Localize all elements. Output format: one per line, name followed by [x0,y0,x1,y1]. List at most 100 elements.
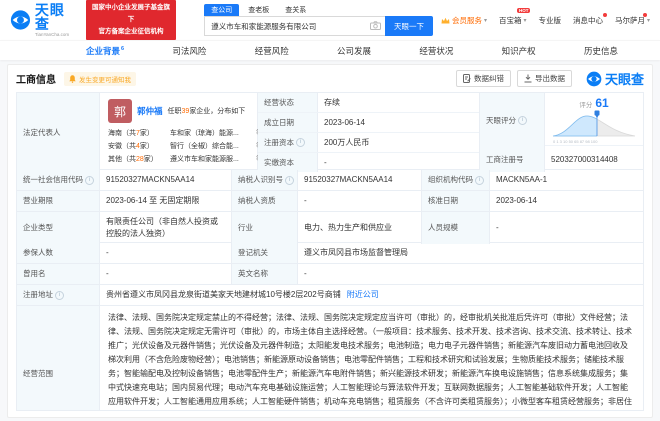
tab-count: 6 [121,45,125,52]
menu-toolbox[interactable]: HOT 百宝箱 ▾ [499,7,531,26]
tab-company-development[interactable]: 公司发展 [337,45,371,57]
cert-line-1: 国家中小企业发展子基金旗下 [91,4,170,24]
distribution-row: 海南（共7家） 车和家（琼海）能源... 等 [108,127,263,140]
camera-icon[interactable] [369,21,381,30]
search-button[interactable]: 天眼一下 [384,16,433,36]
info-icon[interactable] [285,175,294,185]
label-staff-size: 人员规模 [422,212,490,244]
tab-judicial-risk[interactable]: 司法风险 [172,45,206,57]
value-english-name: - [304,269,307,278]
info-icon[interactable] [475,175,484,185]
label-business-scope: 经营范围 [17,306,100,410]
export-data-label: 导出数据 [534,74,565,83]
nearby-companies-link[interactable]: 附近公司 [347,289,379,301]
dist-company-link[interactable]: 智行（全椒）综合能... [170,140,256,153]
tianyancha-logo[interactable]: 天眼查 TianYanCha.com [10,3,78,38]
logo-subtext: TianYanCha.com [34,31,70,37]
info-icon[interactable] [85,175,94,185]
change-notify-badge[interactable]: 发生变更可通知我 [64,71,136,86]
edit-doc-icon [462,74,471,83]
score-distribution-chart[interactable]: 评分 61 0 1 3 10 50 65 87 98 100 [547,95,641,146]
search-tab-boss[interactable]: 查老板 [241,4,276,16]
table-row: 法定代表人 郭 郭仲福 任职39家企业，分布如下 海南（共7家） 车和家（琼海）… [17,93,643,172]
card-header-actions: 数据纠错 导出数据 天眼查 [455,69,644,88]
table-row: 参保人数 - 登记机关 遵义市凤冈县市场监督管理局 [17,243,643,264]
value-company-type: 有限责任公司（非自然人投资或控股的法人独资） [100,212,232,244]
distribution-row: 安徽（共4家） 智行（全椒）综合能... 等 [108,140,263,153]
avatar[interactable]: 郭 [108,99,132,123]
label-establish-date: 成立日期 [258,113,318,132]
tenure-pre: 任职 [167,108,182,115]
value-registered-address: 贵州省遵义市凤冈县龙泉街道美家天地建材城10号楼2层202号商铺 附近公司 [100,285,643,305]
tab-company-background[interactable]: 企业背景6 [86,45,124,57]
value-taxpayer-qualification: - [298,191,422,211]
logo-text: 天眼查 [34,1,65,32]
dist-company-link[interactable]: 车和家（琼海）能源... [170,127,256,140]
value-registered-capital: 200万人民币 [324,138,370,147]
top-header: 天眼查 TianYanCha.com 国家中小企业发展子基金旗下 官方备案企业征… [0,0,660,40]
menu-vip-label: 会员服务 [451,15,482,25]
caret-down-icon: ▾ [483,17,487,24]
tab-operational-risk[interactable]: 经营风险 [255,45,289,57]
label-former-name: 曾用名 [17,264,100,284]
tianyancha-watermark: 天眼查 [586,69,644,88]
distribution-row: 其他（共28家） 遵义市车和家能源服... 等 [108,153,263,166]
value-business-status: 存续 [324,98,340,107]
legal-representative-cell: 郭 郭仲福 任职39家企业，分布如下 海南（共7家） 车和家（琼海）能源... … [100,93,263,172]
data-correction-button[interactable]: 数据纠错 [455,70,511,87]
dist-company-link[interactable]: 遵义市车和家能源服... [170,153,256,166]
label-english-name: 英文名称 [232,264,298,284]
export-data-button[interactable]: 导出数据 [516,70,572,87]
info-icon[interactable] [55,290,64,300]
tab-history-info[interactable]: 历史信息 [584,45,618,57]
tab-operating-status[interactable]: 经营状况 [419,45,453,57]
tianyancha-company-page: 天眼查 TianYanCha.com 国家中小企业发展子基金旗下 官方备案企业征… [0,0,660,421]
tenure-text: 任职39家企业，分布如下 [168,106,246,116]
panel-title: 工商信息 [16,75,56,86]
label-taxpayer-qualification: 纳税人资质 [232,191,298,211]
info-icon[interactable] [518,115,527,125]
logo-eye-icon [586,71,602,86]
table-row: 统一社会信用代码 91520327MACKN5AA14 纳税人识别号 91520… [17,170,643,191]
table-row: 天眼评分 评分 61 [480,93,643,148]
value-staff-size: - [496,223,499,232]
table-row: 工商注册号 520327000314408 [480,146,643,172]
menu-message-center[interactable]: 消息中心 [573,12,607,26]
value-industry: 电力、热力生产和供应业 [298,212,422,244]
value-taxpayer-id: 91520327MACKN5AA14 [298,170,422,190]
score-axis-ticks: 0 1 3 10 50 65 87 98 100 [553,138,598,144]
value-approval-date: 2023-06-14 [496,196,537,205]
change-notify-label: 发生变更可通知我 [79,76,131,84]
logo-eye-icon [10,10,31,30]
search-input[interactable] [204,16,385,36]
label-registered-address: 注册地址 [17,285,100,305]
value-establish-date: 2023-06-14 [324,118,365,127]
score-sub-table: 天眼评分 评分 61 [480,93,643,172]
menu-pro-version[interactable]: 专业版 [538,15,561,26]
watermark-text: 天眼查 [604,72,644,87]
search-tab-relation[interactable]: 查关系 [278,4,313,16]
value-registration-authority: 遵义市凤冈县市场监督管理局 [304,248,408,257]
label-tianyan-score: 天眼评分 [480,93,545,148]
label-legal-representative: 法定代表人 [17,93,100,172]
value-insured-count: - [100,243,232,263]
table-row: 注册地址 贵州省遵义市凤冈县龙泉街道美家天地建材城10号楼2层202号商铺 附近… [17,285,643,306]
table-row: 曾用名 - 英文名称 - [17,264,643,285]
value-former-name: - [100,264,232,284]
tab-label: 企业背景 [86,45,121,56]
business-info-table: 法定代表人 郭 郭仲福 任职39家企业，分布如下 海南（共7家） 车和家（琼海）… [16,92,644,411]
user-account-menu[interactable]: 马尔萨月 ▾ [615,12,650,26]
table-row: 经营范围 法律、法规、国务院决定规定禁止的不得经营；法律、法规、国务院决定规定应… [17,306,643,410]
menu-vip-services[interactable]: 会员服务 ▾ [441,15,487,26]
legal-representative-link[interactable]: 郭仲福 [137,105,163,117]
tab-intellectual-property[interactable]: 知识产权 [502,45,536,57]
info-icon[interactable] [296,138,305,147]
search-tab-company[interactable]: 查公司 [204,4,240,16]
label-taxpayer-id: 纳税人识别号 [232,170,298,190]
section-tabs: 企业背景6 司法风险 经营风险 公司发展 经营状况 知识产权 历史信息 [0,40,660,60]
label-business-term: 营业期限 [17,191,100,211]
label-credit-code: 统一社会信用代码 [17,170,100,190]
label-registered-capital: 注册资本 [258,133,318,152]
score-curve [552,110,636,136]
search-tabs: 查公司 查老板 查关系 [204,4,433,16]
